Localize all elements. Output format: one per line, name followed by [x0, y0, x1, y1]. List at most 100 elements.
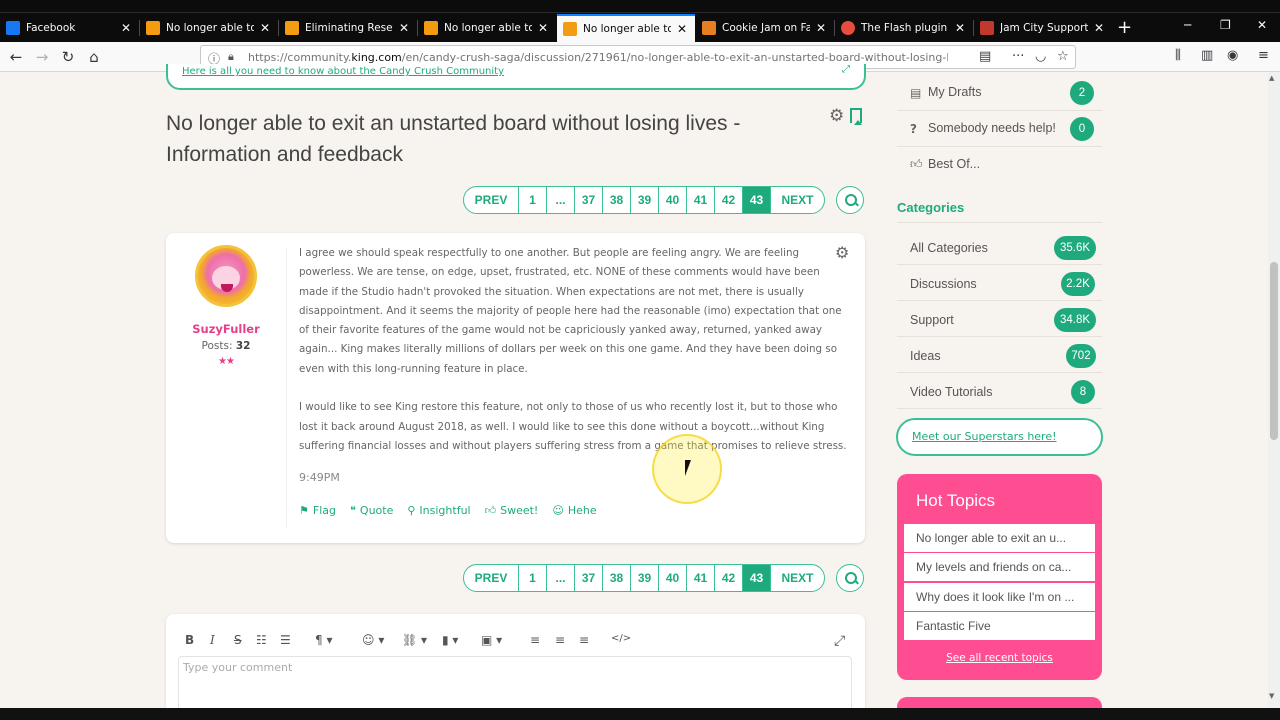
hehe-button[interactable]: ☺ Hehe [552, 504, 596, 517]
pager-next-button[interactable]: NEXT [770, 187, 824, 213]
pager-page-37[interactable]: 37 [574, 565, 602, 591]
sidebar-needs-help[interactable]: Somebody needs help! [928, 121, 1056, 135]
close-tab-icon[interactable]: ✕ [397, 21, 411, 35]
pager-page-1[interactable]: 1 [518, 187, 546, 213]
category-support[interactable]: Support [910, 313, 954, 327]
pager-page-38[interactable]: 38 [602, 565, 630, 591]
category-video-tutorials[interactable]: Video Tutorials [910, 385, 992, 399]
pager-ellipsis[interactable]: ... [546, 187, 574, 213]
category-all[interactable]: All Categories [910, 241, 988, 255]
align-center-icon[interactable]: ≡ [555, 633, 565, 647]
close-tab-icon[interactable]: ✕ [119, 21, 133, 35]
code-view-icon[interactable]: </> [611, 633, 631, 644]
pager-page-41[interactable]: 41 [686, 187, 714, 213]
pager-page-43-current[interactable]: 43 [742, 187, 770, 213]
bullet-list-icon[interactable]: ☰ [280, 633, 291, 647]
close-tab-icon[interactable]: ✕ [536, 21, 550, 35]
post-username[interactable]: SuzyFuller [166, 322, 286, 336]
post-timestamp[interactable]: 9:49PM [299, 471, 340, 484]
search-icon[interactable] [836, 564, 864, 592]
pager-prev-button[interactable]: PREV [464, 187, 518, 213]
gear-icon[interactable]: ⚙ [829, 106, 844, 126]
library-icon[interactable]: ⫼ [1175, 48, 1181, 63]
image-icon[interactable]: ▣ ▾ [481, 633, 502, 647]
hot-topic-item[interactable]: My levels and friends on ca... [904, 553, 1095, 581]
ordered-list-icon[interactable]: ☷ [256, 633, 267, 647]
pager-page-40[interactable]: 40 [658, 187, 686, 213]
hot-topic-item[interactable]: No longer able to exit an u... [904, 524, 1095, 552]
pocket-icon[interactable]: ◡ [1035, 49, 1046, 64]
reader-view-icon[interactable]: ▤ [979, 49, 991, 64]
restore-icon[interactable]: ❐ [1220, 18, 1231, 32]
search-icon[interactable] [836, 186, 864, 214]
account-icon[interactable]: ◉ [1227, 48, 1238, 63]
home-icon[interactable]: ⌂ [84, 47, 104, 67]
page-actions-icon[interactable]: ··· [1012, 49, 1024, 64]
pager-page-43-current[interactable]: 43 [742, 565, 770, 591]
expand-icon[interactable]: ⤢ [842, 64, 850, 75]
new-tab-button[interactable]: + [1117, 17, 1132, 38]
close-tab-icon[interactable]: ✕ [953, 21, 967, 35]
pager-page-39[interactable]: 39 [630, 187, 658, 213]
emoji-icon[interactable]: ☺ ▾ [362, 633, 384, 647]
file-icon[interactable]: ▮ ▾ [442, 633, 458, 647]
scroll-down-icon[interactable]: ▼ [1269, 692, 1274, 700]
reload-icon[interactable]: ↻ [58, 47, 78, 67]
category-ideas[interactable]: Ideas [910, 349, 941, 363]
tab-eliminating-reset[interactable]: Eliminating Reset - F ✕ [279, 14, 417, 42]
align-left-icon[interactable]: ≡ [530, 633, 540, 647]
superstars-link[interactable]: Meet our Superstars here! [912, 430, 1057, 443]
close-tab-icon[interactable]: ✕ [1092, 21, 1106, 35]
pager-page-42[interactable]: 42 [714, 187, 742, 213]
avatar[interactable] [195, 245, 257, 307]
pager-page-39[interactable]: 39 [630, 565, 658, 591]
bookmark-icon[interactable] [850, 108, 862, 125]
hot-topic-item[interactable]: Fantastic Five [904, 612, 1095, 640]
strikethrough-icon[interactable]: S [234, 633, 242, 647]
sidebar-icon[interactable]: ▥ [1201, 48, 1213, 63]
bold-icon[interactable]: B [185, 633, 194, 647]
fullscreen-icon[interactable]: ⤢ [834, 633, 845, 649]
pager-ellipsis[interactable]: ... [546, 565, 574, 591]
pager-page-41[interactable]: 41 [686, 565, 714, 591]
sidebar-my-drafts[interactable]: My Drafts [928, 85, 981, 99]
pager-next-button[interactable]: NEXT [770, 565, 824, 591]
quote-button[interactable]: ❝ Quote [350, 504, 393, 517]
pager-page-40[interactable]: 40 [658, 565, 686, 591]
see-all-topics-link[interactable]: See all recent topics [897, 652, 1102, 664]
bookmark-star-icon[interactable]: ☆ [1057, 49, 1069, 64]
pager-page-38[interactable]: 38 [602, 187, 630, 213]
tab-flash-plugin[interactable]: The Flash plugin is bl ✕ [835, 14, 973, 42]
back-icon[interactable]: ← [6, 47, 26, 67]
close-tab-icon[interactable]: ✕ [258, 21, 272, 35]
tab-no-longer-able-active[interactable]: No longer able to exit ✕ [557, 14, 695, 42]
url-text[interactable]: https://community.king.com/en/candy-crus… [248, 51, 948, 64]
scroll-up-icon[interactable]: ▲ [1269, 74, 1274, 82]
minimize-icon[interactable]: ─ [1184, 18, 1191, 32]
community-info-link[interactable]: Here is all you need to know about the C… [182, 66, 504, 77]
align-right-icon[interactable]: ≡ [579, 633, 589, 647]
sidebar-best-of[interactable]: Best Of... [928, 157, 980, 171]
hot-topic-item[interactable]: Why does it look like I'm on ... [904, 583, 1095, 611]
sweet-button[interactable]: 👍︎ Sweet! [485, 504, 539, 517]
pager-page-42[interactable]: 42 [714, 565, 742, 591]
italic-icon[interactable]: I [210, 633, 215, 647]
close-window-icon[interactable]: ✕ [1257, 18, 1267, 32]
menu-icon[interactable]: ≡ [1258, 48, 1269, 63]
flag-button[interactable]: ⚑ Flag [299, 504, 336, 517]
insightful-button[interactable]: ⚲ Insightful [407, 504, 470, 517]
tab-facebook[interactable]: Facebook ✕ [0, 14, 139, 42]
tab-cookie-jam[interactable]: Cookie Jam on Faceb ✕ [696, 14, 834, 42]
tab-jam-city-support[interactable]: Jam City Support ✕ [974, 14, 1112, 42]
close-tab-icon[interactable]: ✕ [675, 22, 689, 36]
tab-no-longer-able-1[interactable]: No longer able to exit ✕ [140, 14, 278, 42]
tab-no-longer-able-2[interactable]: No longer able to exit ✕ [418, 14, 556, 42]
pager-page-1[interactable]: 1 [518, 565, 546, 591]
link-icon[interactable]: ⛓ ▾ [402, 633, 427, 647]
pager-prev-button[interactable]: PREV [464, 565, 518, 591]
close-tab-icon[interactable]: ✕ [814, 21, 828, 35]
scrollbar-thumb[interactable] [1270, 262, 1278, 440]
pager-page-37[interactable]: 37 [574, 187, 602, 213]
category-discussions[interactable]: Discussions [910, 277, 977, 291]
paragraph-format-icon[interactable]: ¶ ▾ [315, 633, 332, 647]
